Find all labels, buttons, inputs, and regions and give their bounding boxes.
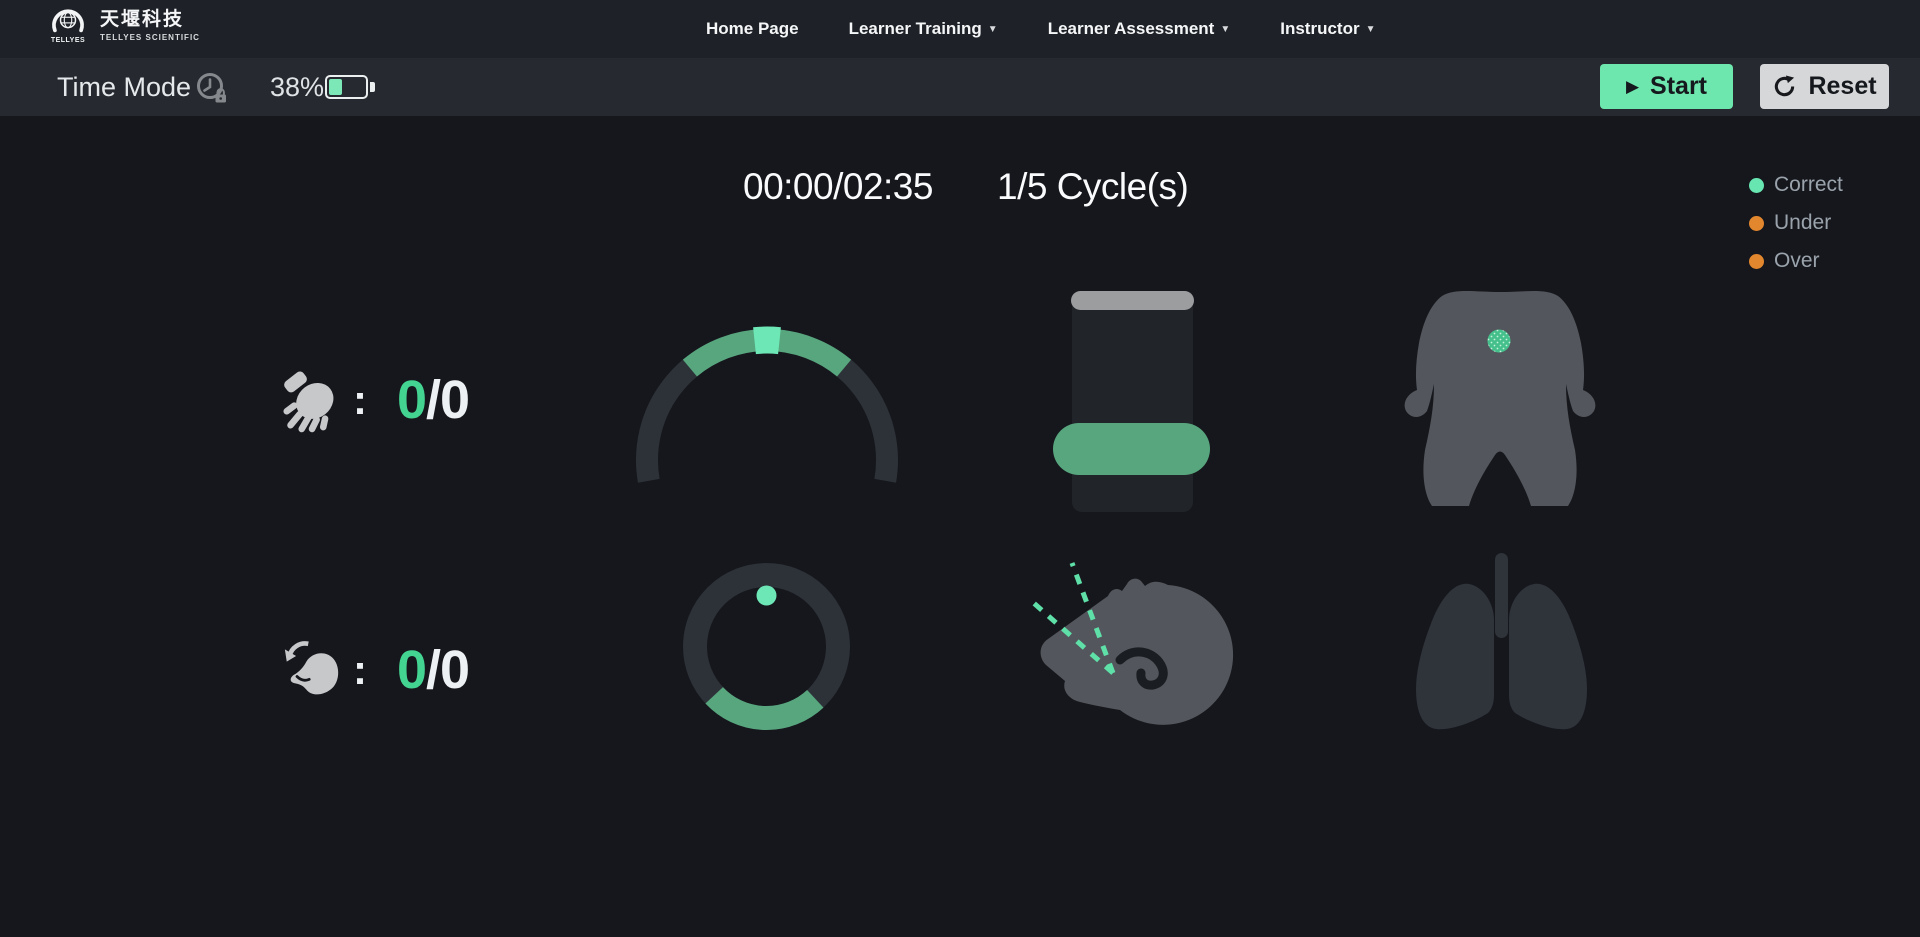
ventilation-marker-dot [757,586,777,606]
nav-menu: Home Page Learner Training ▼ Learner Ass… [706,0,1375,58]
legend-label: Over [1774,249,1820,273]
score-colon: : [353,376,367,424]
head-tilt-icon [283,636,341,704]
nav-item-learner-assessment[interactable]: Learner Assessment ▼ [1048,19,1231,39]
battery-fill [329,79,342,95]
ventilation-total-count: /0 [426,640,469,700]
battery-icon [325,75,368,99]
brand-name-en: TELLYES SCIENTIFIC [100,33,200,42]
logo-mark-text: TELLYES [51,37,85,44]
ventilation-correct-count: 0 [397,640,426,700]
chevron-down-icon: ▼ [1366,24,1376,35]
legend-dot-under [1749,216,1764,231]
hands-icon [283,366,341,434]
ventilation-count: 0/0 [397,639,469,701]
compression-point-indicator [1488,330,1511,353]
legend-item-correct: Correct [1749,166,1843,204]
reset-icon [1772,74,1797,99]
tellyes-globe-icon [51,6,85,36]
compression-count: 0/0 [397,369,469,431]
compression-correct-count: 0 [397,370,426,430]
compression-total-count: /0 [426,370,469,430]
session-timer: 00:00/02:35 [743,166,933,208]
compression-depth-target-zone [1053,423,1210,475]
legend-item-over: Over [1749,242,1843,280]
lungs-figure [1405,550,1615,742]
legend-dot-correct [1749,178,1764,193]
chevron-down-icon: ▼ [988,24,998,35]
nav-label: Learner Training [849,19,982,39]
legend-label: Under [1774,211,1831,235]
toolbar: Time Mode 38% ▶ Start Reset [0,58,1920,116]
compression-rate-gauge [627,325,907,495]
compression-depth-track [1072,294,1193,512]
reset-button[interactable]: Reset [1760,64,1889,109]
app-root: TELLYES 天堰科技 TELLYES SCIENTIFIC Home Pag… [0,0,1920,937]
compression-score: : 0/0 [283,362,469,438]
legend-dot-over [1749,254,1764,269]
head-tilt-figure [1020,552,1240,737]
time-mode-label: Time Mode [57,58,191,116]
legend-label: Correct [1774,173,1843,197]
start-button-label: Start [1650,72,1707,101]
top-nav: TELLYES 天堰科技 TELLYES SCIENTIFIC Home Pag… [0,0,1920,58]
score-colon: : [353,646,367,694]
chevron-down-icon: ▼ [1220,24,1230,35]
brand-logo: TELLYES 天堰科技 TELLYES SCIENTIFIC [46,6,200,44]
battery-nub [370,82,375,92]
tellyes-logo-icon: TELLYES [46,6,90,44]
start-button[interactable]: ▶ Start [1600,64,1733,109]
ventilation-score: : 0/0 [283,632,469,708]
ventilation-rate-gauge [676,556,857,737]
legend: Correct Under Over [1749,166,1843,280]
nav-label: Learner Assessment [1048,19,1215,39]
nav-item-instructor[interactable]: Instructor ▼ [1280,19,1375,39]
battery-percent-label: 38% [270,58,324,116]
nav-label: Home Page [706,19,799,39]
nav-item-learner-training[interactable]: Learner Training ▼ [849,19,998,39]
play-icon: ▶ [1626,78,1639,95]
compression-depth-top-marker [1071,291,1194,310]
legend-item-under: Under [1749,204,1843,242]
nav-label: Instructor [1280,19,1359,39]
brand-names: 天堰科技 TELLYES SCIENTIFIC [100,9,200,42]
body-figure [1400,281,1600,511]
timer-lock-icon[interactable] [196,72,230,104]
brand-name-cn: 天堰科技 [100,9,200,31]
nav-item-home-page[interactable]: Home Page [706,19,799,39]
cycle-counter: 1/5 Cycle(s) [997,166,1188,208]
reset-button-label: Reset [1808,72,1876,101]
